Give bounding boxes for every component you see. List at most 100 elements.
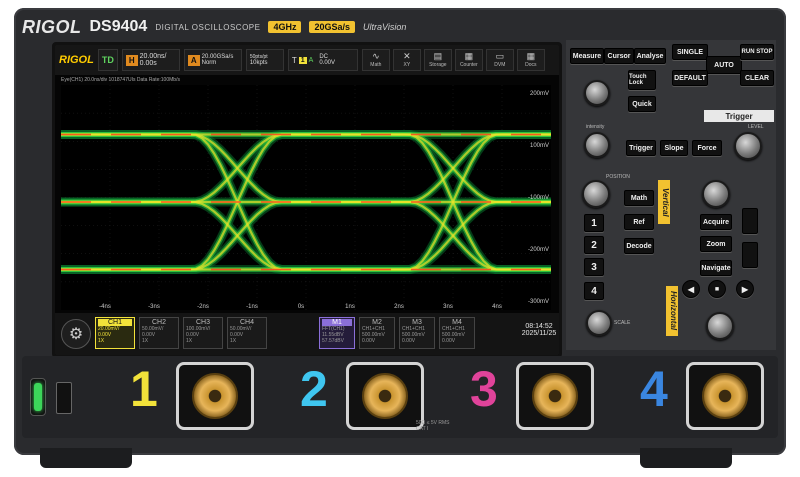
input-warning-label: 50Ω ≤ 5V RMS CAT I xyxy=(416,420,450,432)
run-stop-button[interactable]: RUN STOP xyxy=(740,44,774,60)
touch-lock-button[interactable]: Touch Lock xyxy=(628,70,656,90)
bnc-input-1[interactable] xyxy=(176,362,254,430)
bnc-input-4[interactable] xyxy=(686,362,764,430)
decode-button[interactable]: Decode xyxy=(624,238,654,254)
channel-2-button[interactable]: 2 xyxy=(584,236,604,254)
position-label: POSITION xyxy=(606,174,630,180)
math-name: M2 xyxy=(372,319,382,326)
y-axis-label: -200mV xyxy=(528,247,549,253)
cursor-button[interactable]: Cursor xyxy=(604,48,634,64)
tool-storage-button[interactable]: ▤ Storage xyxy=(423,49,452,71)
clock-display: 08:14:52 2025/11/25 xyxy=(521,323,557,337)
channel-2-info[interactable]: CH2 50.00mV/0.00V 1X xyxy=(139,317,179,349)
math-4-info[interactable]: M4 CH1+CH1 500.00mV 0.00V xyxy=(439,317,475,349)
x-axis-label: -2ns xyxy=(197,304,209,310)
channel-3-button[interactable]: 3 xyxy=(584,258,604,276)
pulse-key[interactable] xyxy=(742,208,758,234)
model-name: DS9404 xyxy=(89,18,148,35)
math-1-info[interactable]: M1 FFT(CH1) 11.55dBV 57.57dBV xyxy=(319,317,355,349)
ref-button[interactable]: Ref xyxy=(624,214,654,230)
arrow-right-icon[interactable]: ▶ xyxy=(736,280,754,298)
math-name: M1 xyxy=(322,319,352,326)
channel-4-info[interactable]: CH4 50.00mV/0.00V 1X xyxy=(227,317,267,349)
vertical-section-title: Vertical xyxy=(658,180,670,224)
measure-button[interactable]: Measure xyxy=(570,48,604,64)
brand-bar: RIGOL DS9404 DIGITAL OSCILLOSCOPE 4GHz 2… xyxy=(22,14,562,40)
tool-label: XY xyxy=(403,62,411,68)
power-button[interactable] xyxy=(30,378,46,416)
tool-docs-button[interactable]: ▦ Docs xyxy=(516,49,545,71)
display-screen[interactable]: RIGOL TD H 20.00ns/ 0.00s A 20.00GSa/s N… xyxy=(52,42,562,358)
force-button[interactable]: Force xyxy=(692,140,722,156)
horizontal-position-knob[interactable] xyxy=(702,180,730,208)
zoom-button[interactable]: Zoom xyxy=(700,236,732,252)
horizontal-scale-knob[interactable] xyxy=(706,312,734,340)
quick-button[interactable]: Quick xyxy=(628,96,656,112)
arrow-left-icon[interactable]: ◀ xyxy=(682,280,700,298)
trigger-level-knob[interactable] xyxy=(734,132,762,160)
channel-3-info[interactable]: CH3 100.00mV/0.00V 1X xyxy=(183,317,223,349)
channel-1-button[interactable]: 1 xyxy=(584,214,604,232)
channel-name: CH3 xyxy=(195,319,210,326)
gear-icon[interactable]: ⚙ xyxy=(61,319,91,349)
tool-label: Docs xyxy=(525,62,537,68)
trigger-button[interactable]: Trigger xyxy=(626,140,656,156)
channel-name: CH2 xyxy=(151,319,166,326)
usb-port[interactable] xyxy=(56,382,72,414)
product-type: DIGITAL OSCILLOSCOPE xyxy=(155,22,261,32)
default-button[interactable]: DEFAULT xyxy=(672,70,708,86)
front-channel-1-number: 1 xyxy=(130,361,158,417)
navigate-button[interactable]: Navigate xyxy=(700,260,732,276)
memory-info[interactable]: 50pts/pt 10kpts xyxy=(245,49,284,71)
auto-button[interactable]: AUTO xyxy=(706,56,742,74)
counter-icon: ▦ xyxy=(464,51,474,61)
trigger-info[interactable]: T 1 A DC 0.00V xyxy=(287,49,358,71)
screen-top-bar: RIGOL TD H 20.00ns/ 0.00s A 20.00GSa/s N… xyxy=(55,45,559,75)
x-axis-label: 3ns xyxy=(443,304,453,310)
vertical-position-knob[interactable] xyxy=(582,180,610,208)
analyse-button[interactable]: Analyse xyxy=(634,48,666,64)
channel-4-button[interactable]: 4 xyxy=(584,282,604,300)
horizontal-section-title: Horizontal xyxy=(666,286,678,336)
eye-diagram-plot[interactable]: 200mV 100mV -100mV -200mV -300mV -4ns -3ns -2ns… xyxy=(61,85,551,310)
tool-counter-button[interactable]: ▦ Counter xyxy=(454,49,483,71)
channel-name: CH4 xyxy=(239,319,254,326)
horizontal-info[interactable]: H 20.00ns/ 0.00s xyxy=(121,49,180,71)
acquire-info[interactable]: A 20.00GSa/s Norm xyxy=(183,49,242,71)
slope-button[interactable]: Slope xyxy=(660,140,688,156)
level-label: LEVEL xyxy=(748,124,764,130)
vertical-scale-knob[interactable] xyxy=(586,310,612,336)
multipurpose-knob[interactable] xyxy=(584,80,610,106)
bnc-input-3[interactable] xyxy=(516,362,594,430)
tool-math-button[interactable]: ∿ Math xyxy=(361,49,390,71)
front-channel-2-number: 2 xyxy=(300,361,328,417)
mode-indicator[interactable]: TD xyxy=(97,49,118,71)
single-button[interactable]: SINGLE xyxy=(672,44,708,60)
stop-square-icon[interactable]: ■ xyxy=(708,280,726,298)
clear-button[interactable]: CLEAR xyxy=(740,70,774,86)
math-2-info[interactable]: M2 CH1+CH1 500.00mV 0.00V xyxy=(359,317,395,349)
channel-probe: 1X xyxy=(98,338,105,344)
math-v2: 0.00V xyxy=(362,338,376,344)
pulse-key-2[interactable] xyxy=(742,242,758,268)
math-3-info[interactable]: M3 CH1+CH1 500.00mV 0.00V xyxy=(399,317,435,349)
y-axis-label: 200mV xyxy=(530,91,549,97)
tool-dvm-button[interactable]: ▭ DVM xyxy=(485,49,514,71)
tool-xy-button[interactable]: ✕ XY xyxy=(392,49,421,71)
channel-1-info[interactable]: CH1 20.00mV/0.00V 1X xyxy=(95,317,135,349)
intensity-knob[interactable] xyxy=(584,132,610,158)
bnc-input-2[interactable] xyxy=(346,362,424,430)
acquire-button[interactable]: Acquire xyxy=(700,214,732,230)
screen-bottom-bar: ⚙ CH1 20.00mV/0.00V 1X CH2 50.00mV/0.00V 1X CH… xyxy=(55,313,559,355)
channel-probe: 1X xyxy=(142,338,149,344)
x-axis-label: -3ns xyxy=(148,304,160,310)
bnc-connector-icon xyxy=(702,373,748,419)
right-foot xyxy=(640,448,732,468)
math-button[interactable]: Math xyxy=(624,190,654,206)
intensity-label: intensity xyxy=(586,124,605,130)
tool-label: DVM xyxy=(494,62,506,68)
eye-info-line: Eye(CH1) 20.0ns/div 1018747UIs Data Rate… xyxy=(61,77,180,83)
trigger-section-title: Trigger xyxy=(704,110,774,122)
tool-label: Math xyxy=(370,62,382,68)
front-channel-3-number: 3 xyxy=(470,361,498,417)
